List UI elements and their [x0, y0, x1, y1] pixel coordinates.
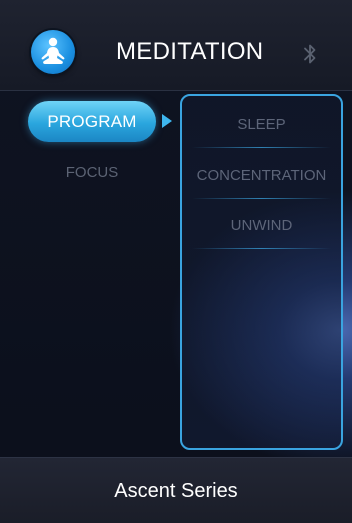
bluetooth-icon	[304, 44, 316, 64]
menu-item-program[interactable]: PROGRAM	[28, 101, 156, 142]
footer-bar: Ascent Series	[0, 457, 352, 523]
submenu-item-unwind[interactable]: UNWIND	[182, 217, 341, 234]
meditation-screen: MEDITATION PROGRAM FOCUS SLEEP CONCENTRA…	[0, 0, 352, 523]
submenu-divider	[192, 147, 331, 148]
submenu-divider	[192, 248, 331, 249]
menu-item-focus[interactable]: FOCUS	[28, 164, 156, 181]
series-label: Ascent Series	[114, 480, 238, 502]
submenu-item-concentration[interactable]: CONCENTRATION	[182, 167, 341, 184]
submenu-item-sleep[interactable]: SLEEP	[182, 116, 341, 133]
header-bar: MEDITATION	[0, 0, 352, 91]
meditation-pose-icon	[31, 30, 75, 74]
submenu-divider	[192, 198, 331, 199]
submenu-panel: SLEEP CONCENTRATION UNWIND	[180, 94, 343, 450]
app-title: MEDITATION	[116, 38, 264, 65]
selection-arrow-icon	[162, 114, 172, 128]
